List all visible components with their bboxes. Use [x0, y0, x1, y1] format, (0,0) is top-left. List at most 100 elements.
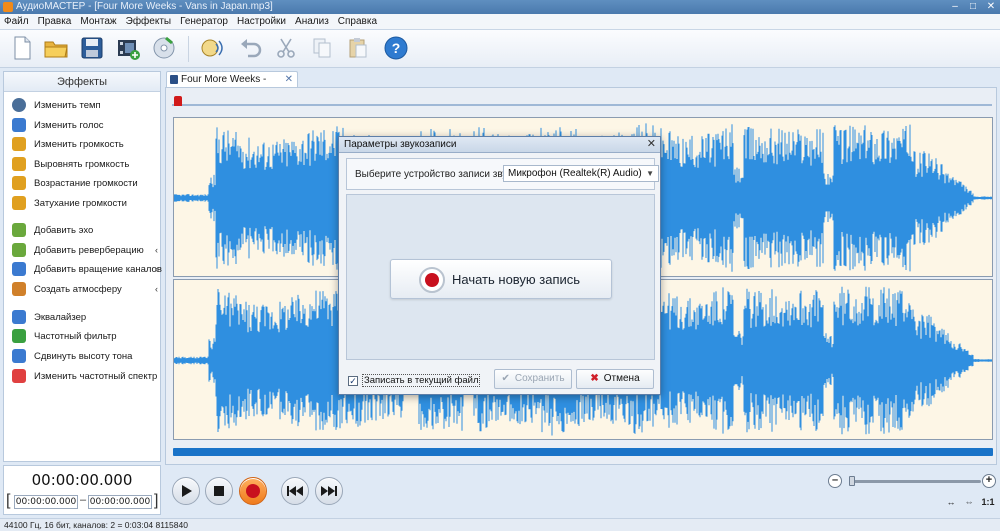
menu-help[interactable]: Справка [338, 16, 377, 27]
menu-file[interactable]: Файл [4, 16, 29, 27]
chevron-left-icon[interactable]: ‹ [155, 284, 158, 294]
cancel-button-label: Отмена [603, 373, 640, 384]
start-recording-label: Начать новую запись [452, 272, 581, 287]
volume-down-icon [12, 196, 26, 210]
play-icon [173, 478, 199, 504]
paste-icon[interactable] [344, 34, 372, 62]
menu-effects[interactable]: Эффекты [126, 16, 171, 27]
zoom-slider-thumb[interactable] [849, 476, 855, 486]
fit-width-icon[interactable]: ↔ [944, 496, 958, 508]
effect-change-voice[interactable]: Изменить голос [4, 116, 160, 134]
cancel-x-icon: ✖ [590, 373, 599, 384]
checkbox-checked-icon[interactable]: ✓ [348, 375, 358, 386]
rewind-to-start-icon [282, 478, 308, 504]
chevron-down-icon: ▼ [646, 169, 654, 178]
horizontal-scrollbar[interactable] [173, 448, 993, 456]
fast-forward-button[interactable] [315, 477, 343, 505]
chevron-left-icon[interactable]: ‹ [155, 245, 158, 255]
audio-format-status: 44100 Гц, 16 бит, каналов: 2 = 0:03:04 8… [4, 520, 188, 530]
maximize-button[interactable]: □ [964, 0, 982, 14]
effect-normalize-volume[interactable]: Выровнять громкость [4, 155, 160, 173]
effect-channel-rotation[interactable]: Добавить вращение каналов ‹ [4, 260, 162, 278]
pitch-shift-icon [12, 349, 26, 363]
effect-change-tempo[interactable]: Изменить темп [4, 96, 160, 114]
fit-selection-icon[interactable]: ⇔ [962, 496, 976, 508]
person-voice-icon [12, 118, 26, 132]
menu-montage[interactable]: Монтаж [80, 16, 116, 27]
effect-change-volume[interactable]: Изменить громкость [4, 135, 160, 153]
effect-fade-in[interactable]: Возрастание громкости [4, 174, 160, 192]
open-folder-icon[interactable] [42, 34, 70, 62]
timeline-line [172, 104, 992, 106]
effect-frequency-filter[interactable]: Частотный фильтр [4, 327, 160, 345]
effect-add-reverb[interactable]: Добавить реверберацию ‹ [4, 241, 160, 259]
menu-edit[interactable]: Правка [38, 16, 72, 27]
clock-icon [12, 98, 26, 112]
effect-equalizer[interactable]: Эквалайзер [4, 308, 160, 326]
new-file-icon[interactable] [8, 34, 36, 62]
record-button[interactable] [239, 477, 267, 505]
tab-audio-file[interactable]: Four More Weeks - Vans... ✕ [166, 71, 298, 100]
record-icon [240, 478, 266, 504]
stop-icon [206, 478, 232, 504]
play-button[interactable] [172, 477, 200, 505]
spectrum-icon [12, 369, 26, 383]
selection-end-field[interactable]: 00:00:00.000 [88, 495, 152, 509]
chevron-left-icon[interactable]: ‹ [155, 264, 158, 274]
window-title: АудиоМАСТЕР - [Four More Weeks - Vans in… [16, 1, 273, 12]
voice-record-icon[interactable] [198, 34, 226, 62]
zoom-slider-track[interactable] [851, 480, 981, 483]
menu-settings[interactable]: Настройки [237, 16, 286, 27]
device-select-row: Выберите устройство записи звука: Микроф… [346, 158, 659, 190]
save-disk-icon[interactable] [78, 34, 106, 62]
cd-rip-icon[interactable] [150, 34, 178, 62]
zoom-in-button[interactable]: + [982, 474, 996, 488]
menu-analysis[interactable]: Анализ [295, 16, 329, 27]
dialog-close-icon[interactable]: ✕ [647, 137, 656, 152]
menu-generator[interactable]: Генератор [180, 16, 228, 27]
atmosphere-icon [12, 282, 26, 296]
actual-size-icon[interactable]: 1:1 [981, 496, 995, 508]
selection-start-field[interactable]: 00:00:00.000 [14, 495, 78, 509]
tab-close-icon[interactable]: ✕ [285, 72, 293, 87]
effect-pitch-shift[interactable]: Сдвинуть высоту тона [4, 347, 160, 365]
playhead-marker[interactable] [174, 96, 182, 106]
checkbox-label: Записать в текущий файл [362, 374, 481, 387]
dialog-title: Параметры звукозаписи [339, 137, 660, 153]
start-new-recording-button[interactable]: Начать новую запись [390, 259, 612, 299]
svg-text:?: ? [392, 40, 401, 56]
menu-bar: Файл Правка Монтаж Эффекты Генератор Нас… [0, 14, 1000, 30]
cancel-button[interactable]: ✖ Отмена [576, 369, 654, 389]
echo-icon [12, 223, 26, 237]
checkmark-icon: ✔ [501, 373, 510, 384]
effect-add-echo[interactable]: Добавить эхо [4, 221, 160, 239]
save-button[interactable]: ✔ Сохранить [494, 369, 572, 389]
filter-icon [12, 329, 26, 343]
effect-fade-out[interactable]: Затухание громкости [4, 194, 160, 212]
effects-panel-header: Эффекты [4, 72, 160, 92]
forward-to-end-icon [316, 478, 342, 504]
stop-button[interactable] [205, 477, 233, 505]
effect-create-atmosphere[interactable]: Создать атмосферу ‹ [4, 280, 160, 298]
status-bar: 44100 Гц, 16 бит, каналов: 2 = 0:03:04 8… [0, 518, 1000, 531]
audio-file-icon [170, 75, 178, 84]
undo-icon[interactable] [236, 34, 264, 62]
minimize-button[interactable]: – [946, 0, 964, 14]
record-to-current-file-checkbox[interactable]: ✓ Записать в текущий файл [348, 374, 481, 387]
effect-change-spectrum[interactable]: Изменить частотный спектр [4, 367, 160, 385]
recording-settings-dialog: Параметры звукозаписи ✕ Выберите устройс… [338, 136, 661, 395]
effects-panel: Эффекты Изменить темп Изменить голос Изм… [3, 71, 162, 462]
device-dropdown[interactable]: Микрофон (Realtek(R) Audio) ▼ [503, 165, 659, 182]
timeline-ruler[interactable] [172, 96, 992, 110]
toolbar-separator [188, 36, 189, 62]
zoom-out-button[interactable]: – [828, 474, 842, 488]
selection-bracket-open: [ [6, 492, 11, 509]
rewind-button[interactable] [281, 477, 309, 505]
help-icon[interactable]: ? [382, 34, 410, 62]
device-label: Выберите устройство записи звука: [355, 169, 521, 180]
cut-icon[interactable] [272, 34, 300, 62]
add-video-icon[interactable] [114, 34, 142, 62]
reverb-icon [12, 243, 26, 257]
close-window-button[interactable]: ✕ [982, 0, 1000, 14]
copy-icon[interactable] [308, 34, 336, 62]
